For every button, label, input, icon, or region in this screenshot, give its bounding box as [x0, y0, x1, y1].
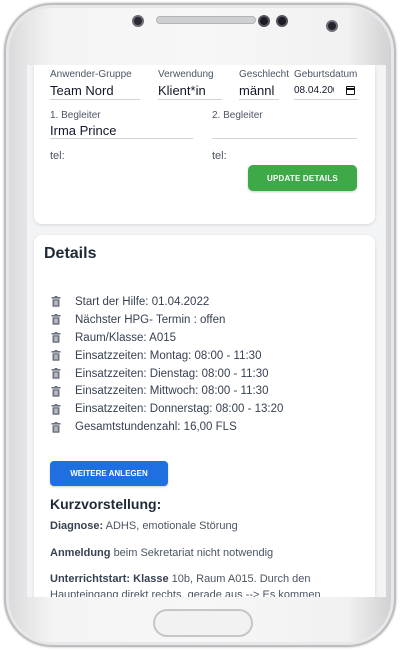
- detail-item: Einsatzzeiten: Mittwoch: 08:00 - 11:30: [51, 382, 283, 400]
- verwendung-label: Verwendung: [158, 69, 214, 80]
- anwender-gruppe-field[interactable]: Team Nord: [50, 83, 140, 98]
- trash-icon[interactable]: [51, 403, 61, 415]
- detail-item: Einsatzzeiten: Dienstag: 08:00 - 11:30: [51, 365, 283, 383]
- diagnose-paragraph: Diagnose: ADHS, emotionale Störung: [50, 518, 350, 534]
- sensor-icon: [258, 15, 270, 27]
- field-underline: [50, 99, 140, 100]
- detail-item: Start der Hilfe: 01.04.2022: [51, 293, 283, 311]
- diagnose-text: ADHS, emotionale Störung: [105, 520, 238, 532]
- geschlecht-field[interactable]: männl: [239, 83, 279, 98]
- detail-item: Einsatzzeiten: Donnerstag: 08:00 - 13:20: [51, 400, 283, 418]
- field-underline: [294, 99, 358, 100]
- geburtsdatum-field[interactable]: 08.04.200: [294, 85, 334, 96]
- geschlecht-label: Geschlecht: [239, 69, 290, 80]
- detail-item: Raum/Klasse: A015: [51, 329, 283, 347]
- detail-text: Einsatzzeiten: Dienstag: 08:00 - 11:30: [75, 367, 269, 380]
- details-list: Start der Hilfe: 01.04.2022 Nächster HPG…: [51, 293, 283, 436]
- detail-text: Gesamtstundenzahl: 16,00 FLS: [75, 421, 237, 434]
- field-underline: [239, 99, 279, 100]
- sensor-icon: [276, 15, 288, 27]
- details-card: Details Start der Hilfe: 01.04.2022 Näch…: [34, 235, 375, 597]
- screen: Anwender-Gruppe Team Nord Verwendung Kli…: [27, 65, 386, 597]
- begleiter1-tel-label: tel:: [50, 150, 65, 162]
- speaker-grille: [156, 16, 256, 24]
- detail-item: Nächster HPG- Termin : offen: [51, 311, 283, 329]
- anmeldung-paragraph: Anmeldung beim Sekretariat nicht notwend…: [50, 545, 350, 561]
- unterricht-label: Unterrichtstart: Klasse: [50, 573, 169, 585]
- trash-icon[interactable]: [51, 368, 61, 379]
- geburtsdatum-label: Geburtsdatum: [294, 69, 358, 80]
- begleiter1-field[interactable]: Irma Prince: [50, 123, 193, 138]
- begleiter2-label: 2. Begleiter: [212, 110, 263, 121]
- anmeldung-label: Anmeldung: [50, 547, 111, 559]
- trash-icon[interactable]: [51, 296, 61, 308]
- front-camera-icon: [326, 20, 338, 32]
- detail-text: Einsatzzeiten: Montag: 08:00 - 11:30: [75, 349, 262, 362]
- field-underline: [50, 138, 193, 139]
- phone-frame: Anwender-Gruppe Team Nord Verwendung Kli…: [4, 3, 396, 647]
- unterricht-paragraph: Unterrichtstart: Klasse 10b, Raum A015. …: [50, 571, 350, 597]
- trash-icon[interactable]: [51, 314, 61, 326]
- anwender-gruppe-label: Anwender-Gruppe: [50, 69, 132, 80]
- detail-text: Nächster HPG- Termin : offen: [75, 313, 226, 326]
- begleiter2-tel-label: tel:: [212, 150, 227, 162]
- diagnose-label: Diagnose:: [50, 520, 104, 532]
- client-form-card: Anwender-Gruppe Team Nord Verwendung Kli…: [34, 65, 375, 224]
- weitere-anlegen-button[interactable]: WEITERE ANLEGEN: [50, 461, 168, 486]
- trash-icon[interactable]: [51, 385, 61, 397]
- begleiter1-label: 1. Begleiter: [50, 110, 101, 121]
- calendar-icon[interactable]: [346, 86, 355, 95]
- detail-item: Gesamtstundenzahl: 16,00 FLS: [51, 418, 283, 436]
- kurzvorstellung-title: Kurzvorstellung:: [50, 496, 162, 512]
- trash-icon[interactable]: [51, 332, 61, 343]
- field-underline: [212, 138, 357, 139]
- field-underline: [158, 99, 222, 100]
- trash-icon[interactable]: [51, 350, 61, 361]
- detail-text: Einsatzzeiten: Donnerstag: 08:00 - 13:20: [75, 403, 284, 416]
- detail-text: Raum/Klasse: A015: [75, 331, 177, 344]
- detail-text: Start der Hilfe: 01.04.2022: [75, 295, 210, 308]
- trash-icon[interactable]: [51, 421, 61, 433]
- details-title: Details: [44, 245, 97, 262]
- update-details-button[interactable]: UPDATE DETAILS: [248, 165, 357, 191]
- detail-item: Einsatzzeiten: Montag: 08:00 - 11:30: [51, 347, 283, 365]
- home-button[interactable]: [153, 609, 253, 637]
- detail-text: Einsatzzeiten: Mittwoch: 08:00 - 11:30: [75, 385, 269, 398]
- verwendung-field[interactable]: Klient*in: [158, 83, 222, 98]
- camera-icon: [132, 15, 144, 27]
- anmeldung-text: beim Sekretariat nicht notwendig: [113, 547, 274, 559]
